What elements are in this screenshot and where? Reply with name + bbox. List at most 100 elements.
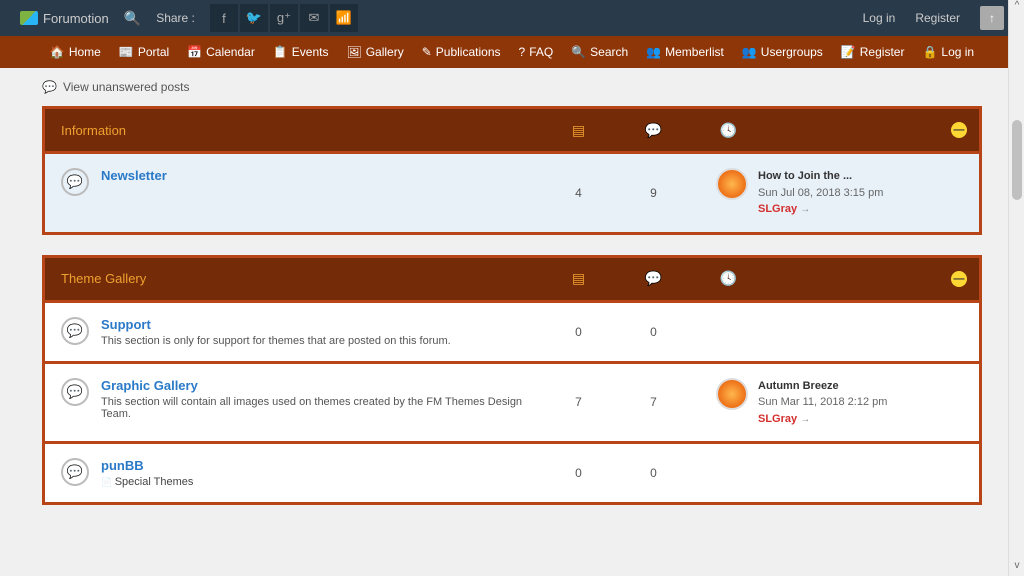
forum-status-icon: 💬: [61, 317, 89, 345]
post-count: 9: [616, 186, 691, 200]
nav-label: Publications: [436, 45, 501, 59]
nav-home[interactable]: 🏠Home: [50, 45, 101, 59]
gplus-icon[interactable]: g⁺: [270, 4, 298, 32]
nav-gallery[interactable]: 🖼 Gallery: [346, 45, 403, 59]
nav-memberlist[interactable]: 👥 Memberlist: [646, 45, 724, 59]
posts-header-icon: 💬: [616, 270, 691, 287]
last-post-title[interactable]: How to Join the ...: [758, 168, 883, 185]
nav-search[interactable]: 🔍Search: [571, 45, 628, 59]
share-label: Share :: [156, 11, 195, 25]
nav-events[interactable]: 📋 Events: [273, 45, 329, 59]
goto-arrow-icon[interactable]: →: [800, 204, 810, 215]
topics-header-icon: ▤: [541, 270, 616, 287]
forum-main: Support This section is only for support …: [101, 317, 541, 347]
scrollbar[interactable]: ^ v: [1008, 0, 1024, 576]
unanswered-link[interactable]: View unanswered posts: [63, 80, 190, 94]
nav-usergroups[interactable]: 👥Usergroups: [742, 45, 823, 59]
nav-icon: 📋: [273, 45, 288, 59]
lastpost-header-icon: 🕓: [691, 122, 766, 139]
forum-title[interactable]: Newsletter: [101, 168, 531, 183]
email-icon[interactable]: ✉: [300, 4, 328, 32]
nav-label: Memberlist: [665, 45, 724, 59]
category-title[interactable]: Theme Gallery: [61, 271, 541, 286]
main-container: 💬 View unanswered posts Information ▤ 💬 …: [32, 68, 992, 505]
chat-icon: 💬: [42, 80, 57, 94]
forum-status-icon: 💬: [61, 458, 89, 486]
search-icon[interactable]: 🔍: [124, 10, 141, 27]
forum-row: 💬 Newsletter 4 9 How to Join the ... Sun…: [45, 151, 979, 232]
nav-register[interactable]: 📝 Register: [841, 45, 905, 59]
forum-row: 💬 Graphic Gallery This section will conta…: [45, 361, 979, 442]
forum-title[interactable]: punBB: [101, 458, 531, 473]
nav-icon: ✎: [422, 45, 432, 59]
scroll-up-icon[interactable]: ^: [1009, 0, 1024, 16]
twitter-icon[interactable]: 🐦: [240, 4, 268, 32]
nav-portal[interactable]: 📰Portal: [119, 45, 169, 59]
goto-arrow-icon[interactable]: →: [800, 414, 810, 425]
topbar-left: Forumotion 🔍 Share : f 🐦 g⁺ ✉ 📶: [20, 4, 358, 32]
topic-count: 0: [541, 325, 616, 339]
avatar[interactable]: [716, 168, 748, 200]
brand-name: Forumotion: [43, 11, 109, 26]
forum-row: 💬 Support This section is only for suppor…: [45, 300, 979, 361]
row-icon-cell: 💬: [61, 458, 101, 486]
forum-desc: This section is only for support for the…: [101, 335, 531, 347]
collapse-button[interactable]: —: [951, 271, 967, 287]
nav-label: Gallery: [366, 45, 404, 59]
topic-count: 7: [541, 395, 616, 409]
avatar[interactable]: [716, 378, 748, 410]
forum-main: Newsletter: [101, 168, 541, 186]
last-post-user[interactable]: SLGray: [758, 203, 797, 215]
main-nav: 🏠Home 📰Portal 📅 Calendar 📋 Events 🖼 Gallery ✎ Pub…: [0, 36, 1024, 68]
nav-label: Portal: [138, 45, 169, 59]
rss-icon[interactable]: 📶: [330, 4, 358, 32]
register-link[interactable]: Register: [915, 11, 960, 25]
nav-label: Log in: [941, 45, 974, 59]
brand-logo[interactable]: Forumotion: [20, 11, 109, 26]
nav-label: Events: [292, 45, 329, 59]
row-icon-cell: 💬: [61, 378, 101, 406]
nav-faq[interactable]: ?FAQ: [519, 45, 554, 59]
nav-label: Calendar: [206, 45, 255, 59]
post-count: 0: [616, 325, 691, 339]
nav-publications[interactable]: ✎ Publications: [422, 45, 501, 59]
forum-title[interactable]: Support: [101, 317, 531, 332]
posts-header-icon: 💬: [616, 122, 691, 139]
nav-calendar[interactable]: 📅 Calendar: [187, 45, 255, 59]
nav-icon: 📝: [841, 45, 856, 59]
last-post-info: How to Join the ... Sun Jul 08, 2018 3:1…: [758, 168, 883, 218]
nav-log-in[interactable]: 🔒 Log in: [922, 45, 974, 59]
scroll-top-button[interactable]: ↑: [980, 6, 1004, 30]
row-icon-cell: 💬: [61, 317, 101, 345]
last-post-date: Sun Jul 08, 2018 3:15 pm: [758, 185, 883, 202]
nav-label: Register: [860, 45, 905, 59]
forum-title[interactable]: Graphic Gallery: [101, 378, 531, 393]
collapse-button[interactable]: —: [951, 122, 967, 138]
unanswered-link-row: 💬 View unanswered posts: [42, 68, 982, 106]
topic-count: 4: [541, 186, 616, 200]
last-post-user[interactable]: SLGray: [758, 413, 797, 425]
nav-icon: 🏠: [50, 45, 65, 59]
nav-icon: 📅: [187, 45, 202, 59]
scroll-thumb[interactable]: [1012, 120, 1022, 200]
last-post-title[interactable]: Autumn Breeze: [758, 378, 887, 395]
nav-label: FAQ: [529, 45, 553, 59]
login-link[interactable]: Log in: [863, 11, 896, 25]
category: Information ▤ 💬 🕓 — 💬 Newsletter 4 9 How…: [42, 106, 982, 235]
scroll-down-icon[interactable]: v: [1009, 560, 1024, 576]
post-count: 0: [616, 466, 691, 480]
last-post-cell: Autumn Breeze Sun Mar 11, 2018 2:12 pm S…: [691, 378, 963, 428]
category-title[interactable]: Information: [61, 123, 541, 138]
nav-icon: 🖼: [346, 45, 361, 59]
facebook-icon[interactable]: f: [210, 4, 238, 32]
nav-icon: 🔍: [571, 45, 586, 59]
forum-row: 💬 punBBSpecial Themes 0 0: [45, 441, 979, 502]
forum-status-icon: 💬: [61, 378, 89, 406]
social-icons: f 🐦 g⁺ ✉ 📶: [210, 4, 358, 32]
nav-icon: 🔒: [922, 45, 937, 59]
nav-icon: 👥: [646, 45, 661, 59]
last-post-cell: How to Join the ... Sun Jul 08, 2018 3:1…: [691, 168, 963, 218]
row-icon-cell: 💬: [61, 168, 101, 196]
subforum-link[interactable]: Special Themes: [101, 476, 531, 488]
forum-desc: This section will contain all images use…: [101, 396, 531, 420]
